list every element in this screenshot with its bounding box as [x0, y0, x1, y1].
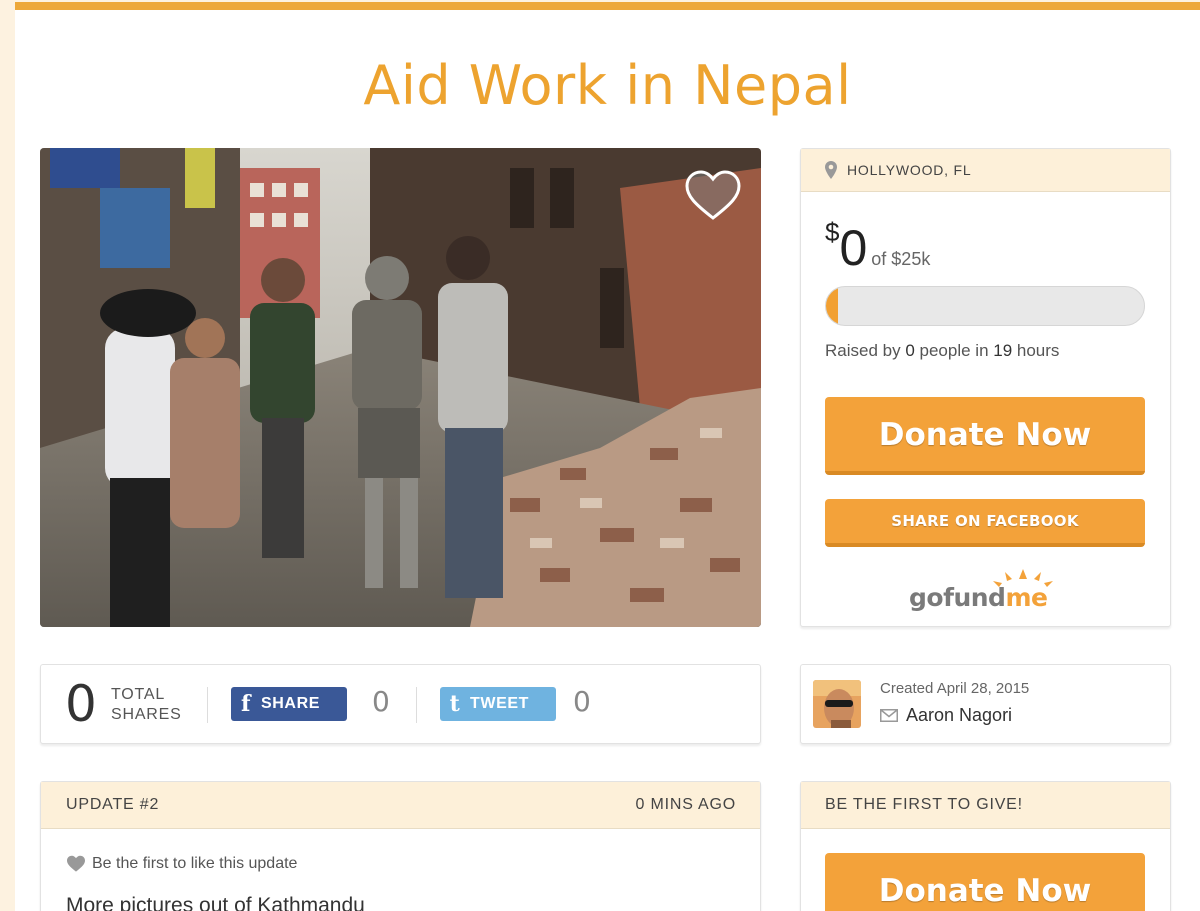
- gofundme-wordmark: gofundme: [909, 583, 1048, 612]
- logo-part-me: me: [1005, 583, 1048, 612]
- hours-suffix: hours: [1012, 341, 1060, 360]
- give-header: BE THE FIRST TO GIVE!: [801, 782, 1170, 829]
- creator-panel: Created April 28, 2015 Aaron Nagori: [800, 664, 1171, 744]
- twitter-tweet-label: TWEET: [470, 695, 529, 712]
- update-number: UPDATE #2: [66, 796, 160, 813]
- heart-icon: [685, 170, 741, 220]
- first-to-give-panel: BE THE FIRST TO GIVE! Donate Now: [800, 781, 1171, 911]
- currency-symbol: $: [825, 217, 840, 247]
- people-count: 0: [905, 341, 915, 360]
- total-label-line1: TOTAL: [111, 686, 166, 703]
- twitter-tweet-count: 0: [573, 685, 591, 718]
- logo-part-gofund: gofund: [909, 583, 1006, 612]
- facebook-icon: f: [240, 691, 252, 717]
- raised-amount: 0: [839, 220, 868, 276]
- like-update[interactable]: Be the first to like this update: [66, 855, 297, 873]
- update-panel: UPDATE #2 0 MINS AGO Be the first to lik…: [40, 781, 761, 911]
- avatar-image: [813, 680, 861, 728]
- like-text: Be the first to like this update: [92, 855, 298, 872]
- creator-avatar[interactable]: [813, 680, 861, 728]
- twitter-icon: t: [449, 691, 461, 717]
- share-on-facebook-button[interactable]: SHARE ON FACEBOOK: [825, 499, 1145, 547]
- update-header: UPDATE #2 0 MINS AGO: [41, 782, 760, 829]
- campaign-title: Aid Work in Nepal: [363, 54, 852, 117]
- facebook-share-label: SHARE: [261, 695, 321, 712]
- creator-name: Aaron Nagori: [906, 705, 1013, 725]
- twitter-tweet-button[interactable]: t TWEET: [440, 687, 556, 721]
- envelope-icon: [880, 709, 898, 722]
- location-label: HOLLYWOOD, FL: [847, 162, 972, 178]
- creator-contact[interactable]: Aaron Nagori: [880, 705, 1012, 726]
- map-pin-icon: [825, 161, 837, 179]
- gofundme-logo[interactable]: gofundme: [909, 567, 1069, 612]
- favorite-heart-button[interactable]: [685, 170, 741, 222]
- total-label-line2: SHARES: [111, 706, 182, 723]
- raised-summary: Raised by 0 people in 19 hours: [825, 341, 1059, 361]
- donation-panel: HOLLYWOOD, FL $0 of $25k Raised by 0 peop…: [800, 148, 1171, 627]
- raised-prefix: Raised by: [825, 341, 906, 360]
- people-suffix: people in: [914, 341, 994, 360]
- update-body: More pictures out of Kathmandu: [66, 894, 365, 911]
- total-shares-count: 0: [65, 675, 97, 733]
- heart-icon: [67, 855, 85, 872]
- created-date: Created April 28, 2015: [880, 680, 1030, 697]
- divider: [416, 687, 417, 723]
- facebook-share-button[interactable]: f SHARE: [231, 687, 347, 721]
- progress-fill: [826, 287, 838, 325]
- hours-count: 19: [993, 341, 1013, 360]
- amount-raised: $0 of $25k: [825, 217, 931, 277]
- shares-panel: 0 TOTAL SHARES f SHARE 0 t TWEET 0: [40, 664, 761, 744]
- earthquake-photo-illustration: [40, 148, 761, 627]
- location-header: HOLLYWOOD, FL: [801, 149, 1170, 192]
- campaign-photo[interactable]: [40, 148, 761, 627]
- goal-text: of $25k: [871, 249, 931, 269]
- donate-now-button-secondary[interactable]: Donate Now: [825, 853, 1145, 911]
- campaign-card: Aid Work in Nepal HOLLYWOOD, FL $0 of $2…: [15, 2, 1200, 911]
- facebook-share-count: 0: [372, 685, 390, 718]
- donate-now-button[interactable]: Donate Now: [825, 397, 1145, 475]
- update-time: 0 MINS AGO: [635, 796, 736, 813]
- divider: [207, 687, 208, 723]
- progress-bar: [825, 286, 1145, 326]
- total-shares-label: TOTAL SHARES: [111, 685, 182, 725]
